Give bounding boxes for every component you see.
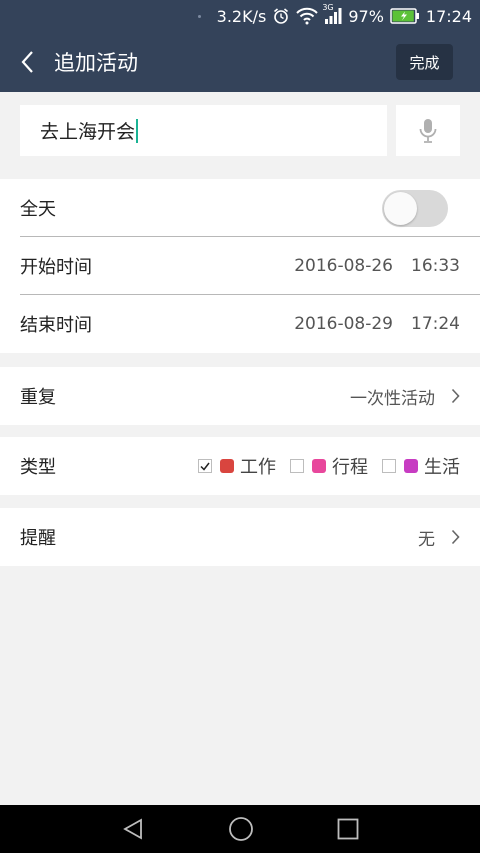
- text-caret: [136, 118, 139, 143]
- start-time-value: 2016-08-26 16:33: [294, 256, 460, 276]
- nav-back-button[interactable]: [121, 817, 145, 841]
- back-button[interactable]: [0, 32, 54, 92]
- microphone-icon: [419, 118, 437, 143]
- type-section: 类型 工作 行程 生活: [0, 437, 480, 495]
- clock: 17:24: [425, 6, 472, 26]
- type-color-swatch: [404, 459, 418, 473]
- all-day-label: 全天: [20, 199, 56, 220]
- title-area: 去上海开会: [0, 92, 480, 169]
- type-option-label: 行程: [332, 457, 368, 478]
- toggle-knob: [384, 191, 417, 225]
- circle-home-icon: [229, 817, 253, 841]
- repeat-row[interactable]: 重复 一次性活动: [0, 367, 480, 425]
- type-color-swatch: [220, 459, 234, 473]
- triangle-back-icon: [123, 818, 143, 840]
- end-clock: 17:24: [411, 314, 460, 334]
- time-section: 全天 开始时间 2016-08-26 16:33 结束时间 2016-08-29 1…: [0, 179, 480, 353]
- type-option-label: 工作: [240, 457, 276, 478]
- status-bar: 3.2K/s 3G 97% 17:24: [0, 0, 480, 32]
- repeat-value-text: 一次性活动: [350, 388, 435, 409]
- battery-percent: 97%: [348, 6, 384, 26]
- all-day-row: 全天: [0, 179, 480, 237]
- battery-icon: [390, 8, 420, 24]
- nav-home-button[interactable]: [228, 816, 254, 842]
- end-time-value: 2016-08-29 17:24: [294, 314, 460, 334]
- type-row: 类型 工作 行程 生活: [0, 437, 480, 495]
- reminder-value-text: 无: [418, 529, 435, 550]
- end-time-label: 结束时间: [20, 315, 92, 336]
- type-option-life[interactable]: 生活: [382, 453, 460, 479]
- reminder-label: 提醒: [20, 528, 56, 549]
- title-input-value: 去上海开会: [40, 121, 136, 143]
- app-bar: 追加活动 完成: [0, 32, 480, 92]
- nav-recents-button[interactable]: [337, 818, 359, 840]
- type-option-label: 生活: [424, 457, 460, 478]
- end-time-row[interactable]: 结束时间 2016-08-29 17:24: [0, 295, 480, 353]
- repeat-value: 一次性活动: [350, 384, 460, 409]
- type-options: 工作 行程 生活: [190, 453, 460, 479]
- start-clock: 16:33: [411, 256, 460, 276]
- network-speed: 3.2K/s: [216, 6, 267, 26]
- start-time-row[interactable]: 开始时间 2016-08-26 16:33: [0, 237, 480, 295]
- checkmark-icon: [200, 462, 210, 471]
- network-type: 3G: [322, 3, 334, 12]
- signal-icon: 3G: [322, 3, 342, 25]
- start-date: 2016-08-26: [294, 256, 393, 276]
- start-time-label: 开始时间: [20, 257, 92, 278]
- reminder-value: 无: [418, 525, 460, 550]
- alarm-icon: [272, 7, 290, 25]
- reminder-row[interactable]: 提醒 无: [0, 508, 480, 566]
- type-color-swatch: [312, 459, 326, 473]
- square-recents-icon: [337, 818, 359, 840]
- type-checkbox[interactable]: [198, 459, 212, 473]
- type-checkbox[interactable]: [382, 459, 396, 473]
- voice-input-button[interactable]: [396, 105, 460, 156]
- type-option-trip[interactable]: 行程: [290, 453, 368, 479]
- all-day-toggle[interactable]: [382, 189, 448, 227]
- title-input[interactable]: 去上海开会: [20, 105, 387, 156]
- page-title: 追加活动: [54, 51, 138, 75]
- repeat-section: 重复 一次性活动: [0, 367, 480, 425]
- repeat-label: 重复: [20, 387, 56, 408]
- wifi-icon: [296, 7, 319, 25]
- type-checkbox[interactable]: [290, 459, 304, 473]
- type-option-work[interactable]: 工作: [198, 453, 276, 479]
- notification-dot: [197, 14, 201, 18]
- chevron-right-icon: [451, 388, 460, 404]
- end-date: 2016-08-29: [294, 314, 393, 334]
- done-button[interactable]: 完成: [396, 44, 453, 80]
- back-arrow-icon: [21, 51, 33, 73]
- type-label: 类型: [20, 457, 56, 478]
- reminder-section: 提醒 无: [0, 508, 480, 566]
- chevron-right-icon: [451, 529, 460, 545]
- system-nav-bar: [0, 805, 480, 853]
